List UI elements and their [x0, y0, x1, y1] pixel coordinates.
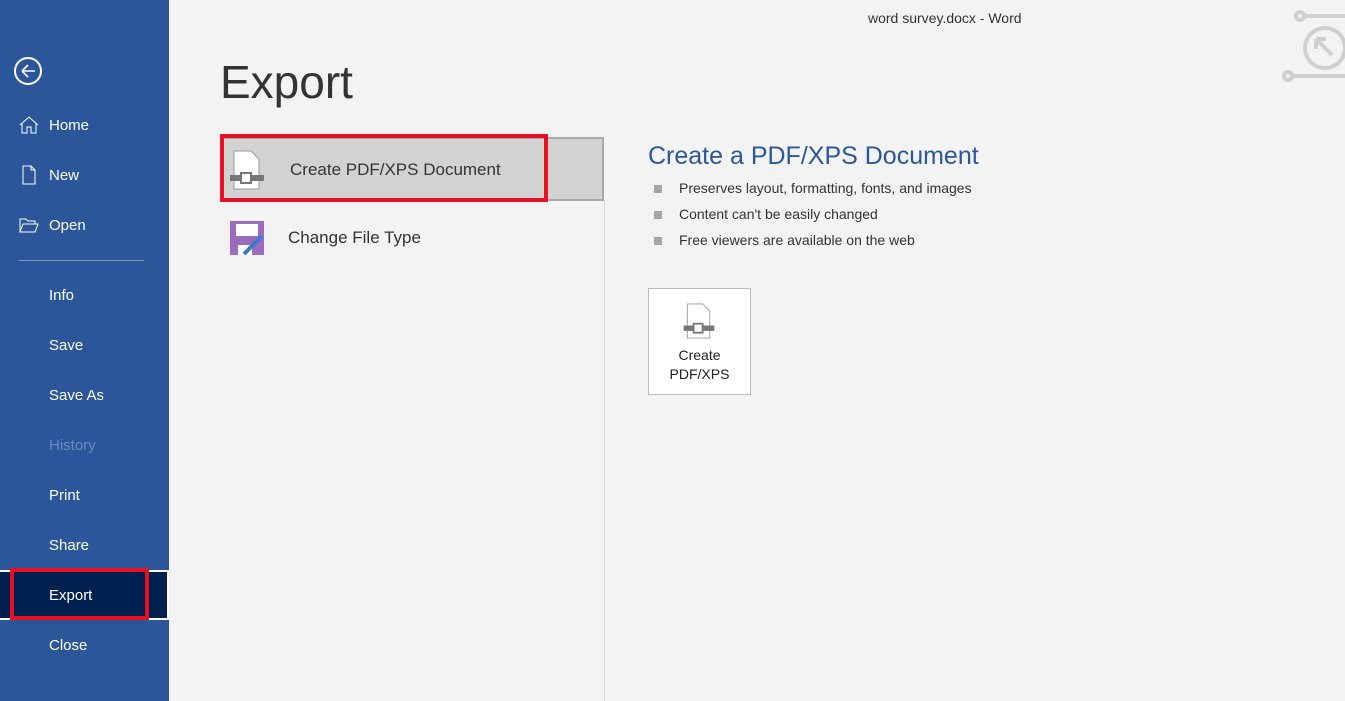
- sidebar-item-label: New: [49, 166, 80, 184]
- back-button[interactable]: [14, 57, 42, 85]
- change-file-type-icon: [230, 221, 264, 256]
- sidebar-item-label: Open: [49, 216, 86, 234]
- sidebar-item-history: History: [0, 421, 169, 469]
- sidebar-item-label: Share: [49, 536, 90, 554]
- new-document-icon: [22, 165, 36, 185]
- option-label: Change File Type: [288, 228, 421, 247]
- folder-open-icon: [19, 218, 39, 233]
- sidebar-item-close[interactable]: Close: [0, 621, 169, 669]
- sidebar-item-save-as[interactable]: Save As: [0, 371, 169, 419]
- pdf-document-icon: [230, 150, 264, 190]
- window-title: word survey.docx - Word: [868, 10, 1022, 26]
- sidebar-item-save[interactable]: Save: [0, 321, 169, 369]
- pane-divider: [604, 200, 605, 701]
- option-label: Create PDF/XPS Document: [290, 160, 501, 179]
- sidebar-item-new[interactable]: New: [0, 151, 169, 199]
- create-pdf-xps-button[interactable]: Create PDF/XPS: [648, 288, 751, 395]
- backstage-sidebar: Home New Open Info Save Save As History …: [0, 0, 169, 701]
- sidebar-item-label: Print: [49, 486, 80, 504]
- pdf-document-icon: [683, 303, 715, 339]
- sidebar-item-home[interactable]: Home: [0, 101, 169, 149]
- button-label-line2: PDF/XPS: [669, 366, 730, 382]
- sidebar-item-label: Save: [49, 336, 84, 354]
- sidebar-item-share[interactable]: Share: [0, 521, 169, 569]
- decorative-circuit-icon: [1282, 10, 1345, 82]
- button-label-line1: Create: [678, 347, 721, 363]
- sidebar-divider: [19, 260, 144, 261]
- sidebar-item-print[interactable]: Print: [0, 471, 169, 519]
- sidebar-item-open[interactable]: Open: [0, 201, 169, 249]
- sidebar-item-label: History: [49, 436, 96, 454]
- sidebar-item-label: Save As: [49, 386, 105, 404]
- sidebar-item-info[interactable]: Info: [0, 271, 169, 319]
- sidebar-item-label: Home: [49, 116, 90, 134]
- option-change-file-type[interactable]: Change File Type: [220, 207, 604, 271]
- sidebar-item-label: Info: [49, 286, 75, 304]
- sidebar-item-label: Export: [49, 586, 93, 604]
- sidebar-item-export[interactable]: Export: [0, 570, 169, 620]
- sidebar-item-label: Close: [49, 636, 88, 654]
- detail-title: Create a PDF/XPS Document: [648, 142, 979, 170]
- option-create-pdf-xps[interactable]: Create PDF/XPS Document: [220, 137, 604, 201]
- back-arrow-icon: [21, 64, 35, 78]
- page-title: Export: [220, 56, 353, 108]
- home-icon: [19, 116, 39, 134]
